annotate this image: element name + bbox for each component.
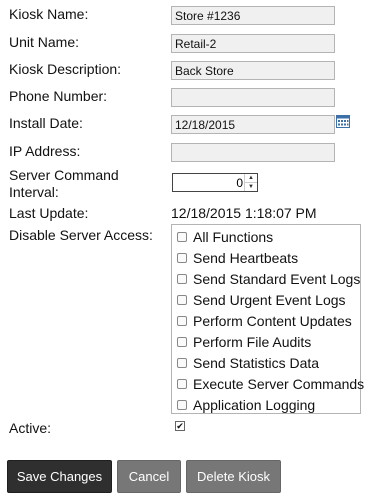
checkbox[interactable] (177, 337, 187, 347)
save-changes-button[interactable]: Save Changes (7, 460, 112, 493)
checkbox[interactable] (177, 358, 187, 368)
disable-server-access-list: All Functions Send Heartbeats Send Stand… (171, 224, 364, 414)
kiosk-description-input[interactable] (171, 61, 335, 80)
server-command-interval-stepper[interactable]: ▲ ▼ (172, 173, 258, 192)
active-checkbox[interactable]: ✔ (175, 421, 185, 431)
unit-name-input[interactable] (171, 34, 335, 53)
cancel-button[interactable]: Cancel (117, 460, 181, 493)
option-label: Application Logging (193, 397, 316, 413)
option-label: All Functions (193, 229, 274, 245)
option-label: Send Statistics Data (193, 355, 320, 371)
option-label: Send Urgent Event Logs (193, 292, 346, 308)
kiosk-description-label: Kiosk Description: (9, 61, 122, 77)
server-command-interval-input[interactable] (173, 174, 245, 191)
ip-address-input[interactable] (171, 143, 335, 162)
last-update-label: Last Update: (9, 205, 89, 221)
install-date-label: Install Date: (9, 115, 83, 131)
spin-buttons[interactable]: ▲ ▼ (244, 174, 257, 191)
option-label: Execute Server Commands (193, 376, 365, 392)
unit-name-label: Unit Name: (9, 34, 80, 50)
option-all-functions[interactable]: All Functions (177, 228, 273, 246)
option-send-statistics-data[interactable]: Send Statistics Data (177, 354, 319, 372)
spin-down-icon[interactable]: ▼ (245, 183, 257, 191)
option-perform-file-audits[interactable]: Perform File Audits (177, 333, 311, 351)
option-perform-content-updates[interactable]: Perform Content Updates (177, 312, 352, 330)
option-send-urgent-event-logs[interactable]: Send Urgent Event Logs (177, 291, 346, 309)
option-application-logging[interactable]: Application Logging (177, 396, 315, 414)
ip-address-label: IP Address: (9, 143, 81, 159)
spin-up-icon[interactable]: ▲ (245, 174, 257, 183)
checkbox[interactable] (177, 253, 187, 263)
option-execute-server-commands[interactable]: Execute Server Commands (177, 375, 364, 393)
checkbox[interactable] (177, 274, 187, 284)
kiosk-name-label: Kiosk Name: (9, 6, 89, 22)
checkbox[interactable] (177, 295, 187, 305)
server-command-interval-label-line2: Interval: (9, 184, 59, 200)
active-label: Active: (9, 420, 52, 436)
option-label: Send Standard Event Logs (193, 271, 361, 287)
option-label: Perform Content Updates (193, 313, 352, 329)
option-send-standard-event-logs[interactable]: Send Standard Event Logs (177, 270, 360, 288)
last-update-value: 12/18/2015 1:18:07 PM (171, 205, 317, 221)
option-send-heartbeats[interactable]: Send Heartbeats (177, 249, 298, 267)
option-label: Perform File Audits (193, 334, 312, 350)
checkbox[interactable] (177, 400, 187, 410)
delete-kiosk-button[interactable]: Delete Kiosk (186, 460, 281, 493)
calendar-icon[interactable] (336, 115, 350, 128)
option-label: Send Heartbeats (193, 250, 299, 266)
checkbox[interactable] (177, 379, 187, 389)
checkbox[interactable] (177, 316, 187, 326)
disable-server-access-label: Disable Server Access: (9, 227, 153, 243)
phone-number-input[interactable] (171, 88, 335, 107)
phone-number-label: Phone Number: (9, 88, 108, 104)
checkbox[interactable] (177, 232, 187, 242)
install-date-input[interactable] (171, 115, 335, 134)
server-command-interval-label-line1: Server Command (9, 167, 119, 183)
kiosk-name-input[interactable] (171, 6, 335, 25)
